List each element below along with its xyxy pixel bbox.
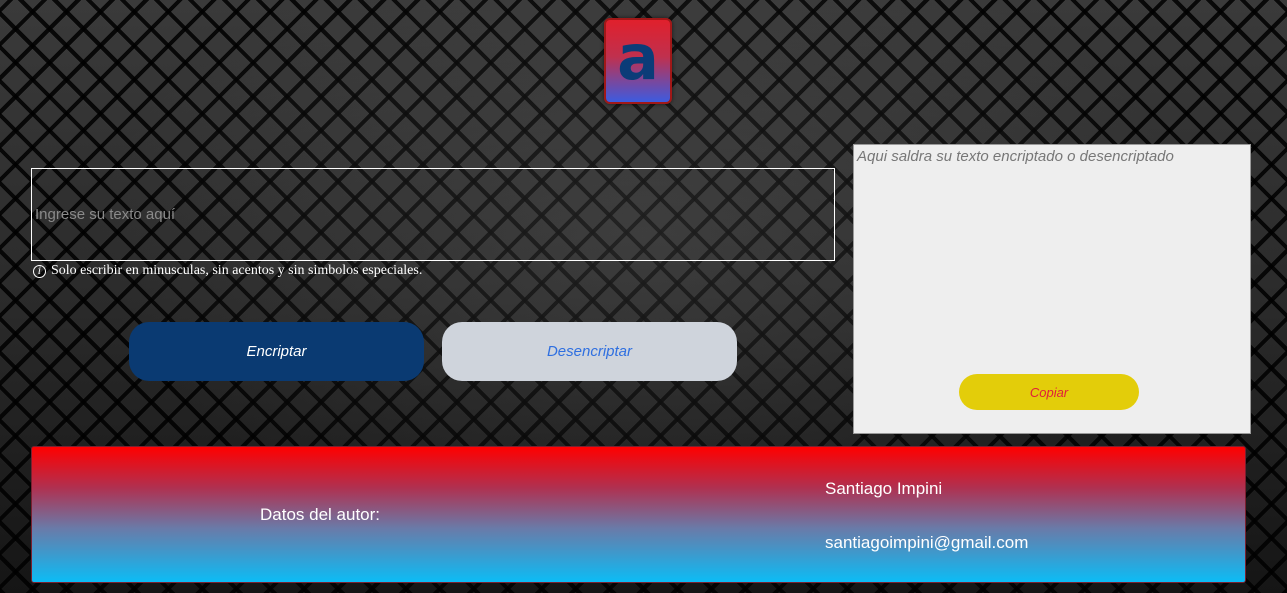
author-email: santiagoimpini@gmail.com	[825, 533, 1029, 552]
app-logo: a	[604, 18, 672, 104]
output-panel: Copiar	[853, 144, 1251, 434]
input-hint: i Solo escribir en minusculas, sin acent…	[33, 263, 422, 279]
copy-button[interactable]: Copiar	[959, 374, 1139, 410]
info-icon: i	[33, 264, 46, 278]
encrypt-button[interactable]: Encriptar	[129, 322, 424, 381]
hint-text: Solo escribir en minusculas, sin acentos…	[51, 263, 423, 278]
decrypt-button[interactable]: Desencriptar	[442, 322, 737, 381]
author-label: Datos del autor:	[260, 505, 381, 524]
text-input[interactable]	[31, 168, 835, 261]
author-footer: Datos del autor: Santiago Impini santiag…	[31, 446, 1246, 583]
logo-letter: a	[617, 21, 659, 94]
output-textarea[interactable]	[854, 145, 1250, 365]
author-name: Santiago Impini	[825, 479, 943, 498]
